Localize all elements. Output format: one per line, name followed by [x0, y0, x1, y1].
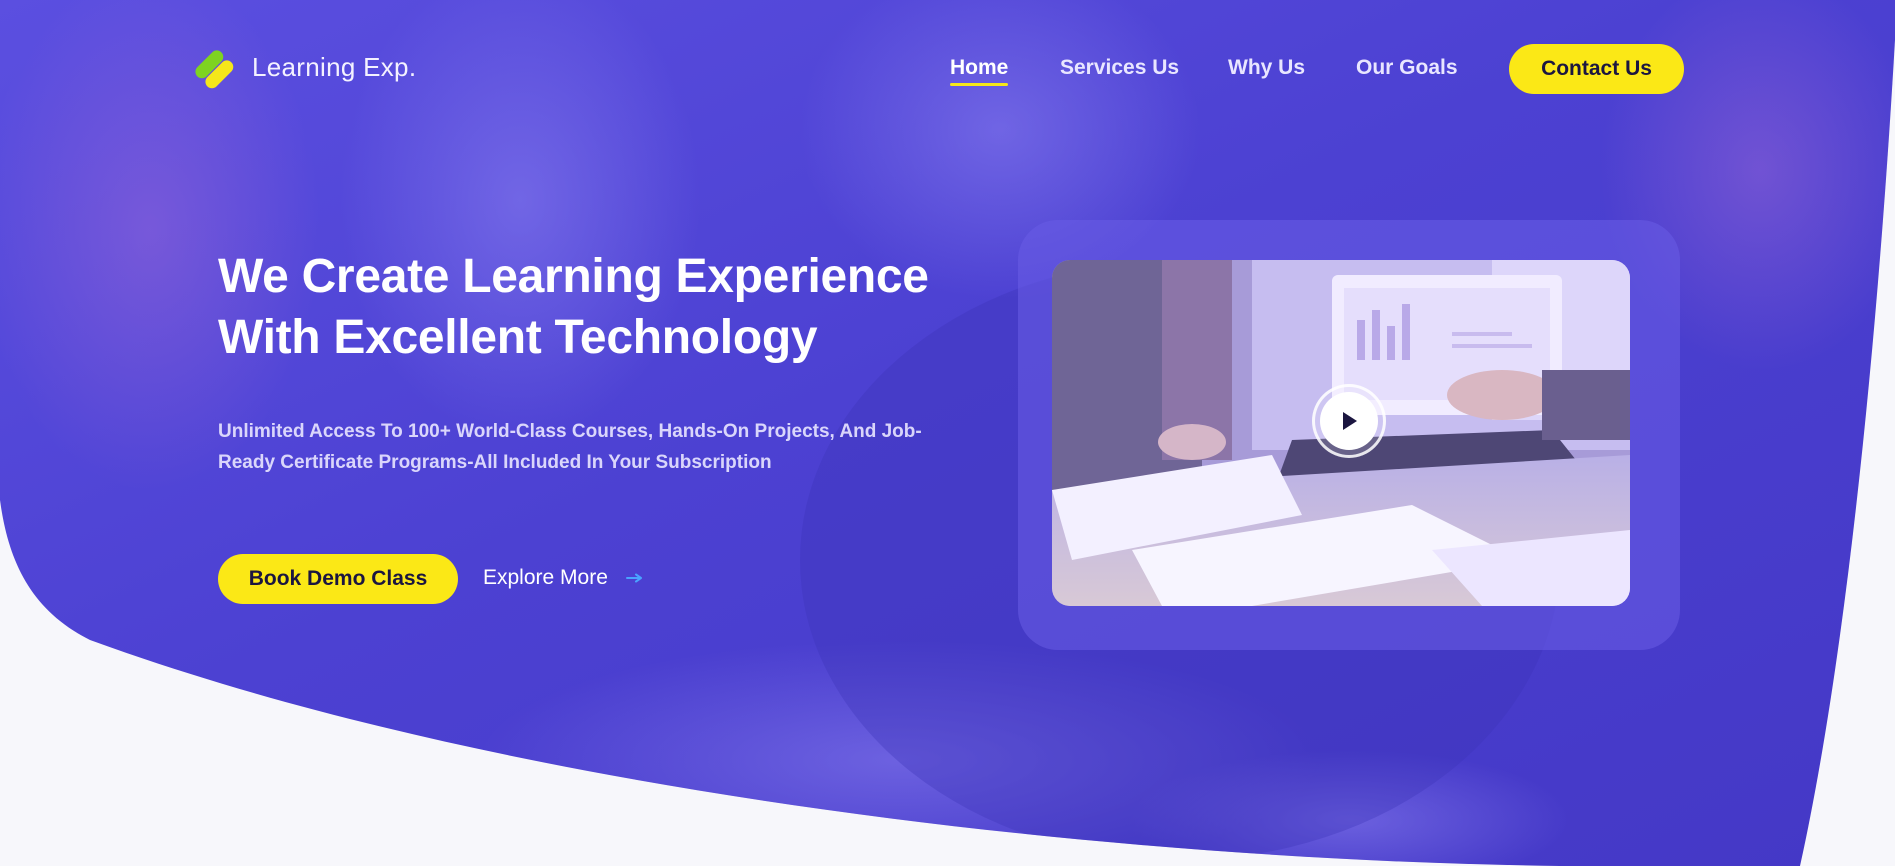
play-icon: [1343, 412, 1357, 430]
play-button[interactable]: [1312, 384, 1386, 458]
active-nav-indicator: [950, 83, 1009, 86]
book-demo-class-button[interactable]: Book Demo Class: [218, 554, 458, 604]
headline-line-2: With Excellent Technology: [218, 311, 818, 364]
contact-us-button[interactable]: Contact Us: [1509, 44, 1684, 94]
hero-headline: We Create Learning Experience With Excel…: [218, 246, 978, 368]
subtext-line-1: Unlimited Access To 100+ World-Class Cou…: [218, 421, 922, 442]
nav-item-home[interactable]: Home: [950, 56, 1009, 86]
headline-line-1: We Create Learning Experience: [218, 250, 929, 303]
nav-item-why-us[interactable]: Why Us: [1228, 56, 1305, 80]
subtext-line-2: Ready Certificate Programs-All Included …: [218, 452, 772, 473]
landing-page: Learning Exp. Home Services Us Why Us Ou…: [0, 0, 1895, 866]
nav-item-our-goals[interactable]: Our Goals: [1356, 56, 1458, 80]
explore-more-label: Explore More: [483, 566, 608, 589]
nav-item-label: Home: [950, 56, 1009, 79]
explore-more-link[interactable]: Explore More: [483, 566, 644, 590]
nav-item-services[interactable]: Services Us: [1060, 56, 1179, 80]
arrow-right-icon: [625, 573, 642, 583]
hero-subtext: Unlimited Access To 100+ World-Class Cou…: [218, 416, 938, 478]
